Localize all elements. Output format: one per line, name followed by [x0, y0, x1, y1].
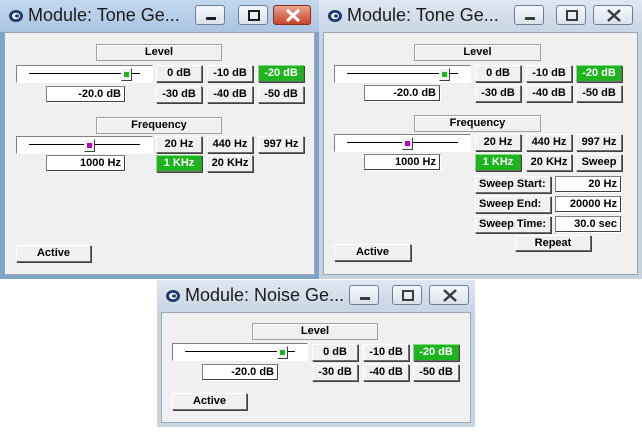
frequency-header: Frequency — [414, 115, 541, 132]
freq-1khz-button[interactable]: 1 KHz — [475, 154, 521, 171]
sweep-time-label: Sweep Time: — [475, 216, 551, 233]
minimize-icon — [206, 17, 216, 20]
freq-997hz-button[interactable]: 997 Hz — [576, 134, 622, 151]
level-0db-button[interactable]: 0 dB — [156, 65, 202, 82]
window-title: Module: Noise Ge... — [185, 285, 345, 305]
app-logo-icon — [166, 290, 180, 302]
app-logo-icon — [328, 10, 342, 22]
level-minus10db-button[interactable]: -10 dB — [207, 65, 253, 82]
minimize-button[interactable] — [514, 5, 544, 25]
level-minus30db-button[interactable]: -30 dB — [156, 86, 202, 103]
freq-1khz-button[interactable]: 1 KHz — [156, 155, 202, 172]
title-bar[interactable]: Module: Tone Ge... — [0, 0, 319, 32]
sweep-button[interactable]: Sweep — [576, 154, 622, 171]
title-bar[interactable]: Module: Tone Ge... — [319, 0, 642, 32]
module-panel: Level -20.0 dB 0 dB -10 dB -20 dB -30 dB… — [161, 312, 471, 423]
thumb-indicator — [405, 141, 410, 146]
level-minus20db-button[interactable]: -20 dB — [576, 65, 622, 82]
freq-997hz-button[interactable]: 997 Hz — [258, 136, 304, 153]
frequency-header: Frequency — [96, 117, 222, 134]
maximize-icon — [248, 10, 260, 21]
close-icon — [607, 9, 621, 22]
level-value-field[interactable]: -20.0 dB — [364, 85, 441, 102]
tone-generator-window-1: Module: Tone Ge... Level -20.0 dB 0 dB -… — [0, 0, 319, 279]
freq-440hz-button[interactable]: 440 Hz — [207, 136, 253, 153]
sweep-start-field[interactable]: 20 Hz — [555, 176, 622, 193]
title-bar[interactable]: Module: Noise Ge... — [157, 280, 475, 312]
sweep-time-field[interactable]: 30.0 sec — [555, 216, 622, 233]
close-button[interactable] — [593, 5, 633, 25]
window-title: Module: Tone Ge... — [28, 5, 180, 25]
level-minus40db-button[interactable]: -40 dB — [526, 85, 572, 102]
level-value-field[interactable]: -20.0 dB — [202, 364, 279, 381]
frequency-slider[interactable] — [16, 136, 153, 154]
freq-20khz-button[interactable]: 20 KHz — [207, 155, 253, 172]
active-button[interactable]: Active — [172, 393, 247, 410]
level-minus30db-button[interactable]: -30 dB — [312, 364, 358, 381]
level-0db-button[interactable]: 0 dB — [312, 344, 358, 361]
level-slider[interactable] — [334, 65, 471, 83]
active-button[interactable]: Active — [334, 244, 411, 261]
close-button[interactable] — [273, 5, 311, 25]
minimize-icon — [360, 297, 370, 300]
close-button[interactable] — [429, 285, 469, 305]
level-minus50db-button[interactable]: -50 dB — [576, 85, 622, 102]
repeat-button[interactable]: Repeat — [515, 235, 591, 251]
level-header: Level — [414, 44, 541, 61]
sweep-start-label: Sweep Start: — [475, 176, 551, 193]
thumb-indicator — [87, 143, 92, 148]
frequency-slider-thumb[interactable] — [84, 139, 95, 152]
thumb-indicator — [280, 350, 285, 355]
sweep-end-field[interactable]: 20000 Hz — [555, 196, 622, 213]
level-slider[interactable] — [172, 343, 308, 361]
level-header: Level — [96, 44, 222, 61]
frequency-value-field[interactable]: 1000 Hz — [46, 155, 126, 172]
tone-generator-window-2: Module: Tone Ge... Level -20.0 dB 0 dB -… — [319, 0, 642, 279]
frequency-slider-thumb[interactable] — [402, 137, 413, 150]
level-0db-button[interactable]: 0 dB — [475, 65, 521, 82]
maximize-icon — [402, 290, 414, 301]
level-slider-thumb[interactable] — [439, 68, 450, 81]
freq-20khz-button[interactable]: 20 KHz — [526, 154, 572, 171]
level-minus20db-button[interactable]: -20 dB — [413, 344, 459, 361]
level-minus30db-button[interactable]: -30 dB — [475, 85, 521, 102]
level-minus40db-button[interactable]: -40 dB — [363, 364, 409, 381]
level-minus10db-button[interactable]: -10 dB — [526, 65, 572, 82]
level-minus40db-button[interactable]: -40 dB — [207, 86, 253, 103]
frequency-slider[interactable] — [334, 134, 471, 152]
freq-20hz-button[interactable]: 20 Hz — [475, 134, 521, 151]
thumb-indicator — [124, 72, 129, 77]
minimize-button[interactable] — [349, 285, 379, 305]
noise-generator-window: Module: Noise Ge... Level -20.0 dB 0 dB … — [157, 280, 475, 427]
frequency-value-field[interactable]: 1000 Hz — [364, 154, 441, 171]
maximize-button[interactable] — [238, 5, 268, 25]
level-minus50db-button[interactable]: -50 dB — [258, 86, 304, 103]
freq-20hz-button[interactable]: 20 Hz — [156, 136, 202, 153]
thumb-indicator — [442, 72, 447, 77]
window-title: Module: Tone Ge... — [347, 5, 499, 25]
level-minus20db-button[interactable]: -20 dB — [258, 65, 304, 82]
maximize-icon — [566, 10, 578, 21]
sweep-end-label: Sweep End: — [475, 196, 551, 213]
level-header: Level — [252, 323, 378, 340]
level-value-field[interactable]: -20.0 dB — [46, 86, 126, 103]
freq-440hz-button[interactable]: 440 Hz — [526, 134, 572, 151]
close-icon — [285, 8, 301, 23]
app-logo-icon — [9, 10, 23, 22]
level-slider-thumb[interactable] — [121, 68, 132, 81]
close-icon — [443, 289, 457, 302]
level-slider[interactable] — [16, 65, 153, 83]
active-button[interactable]: Active — [16, 245, 91, 262]
level-slider-thumb[interactable] — [277, 346, 288, 359]
level-minus10db-button[interactable]: -10 dB — [363, 344, 409, 361]
level-minus50db-button[interactable]: -50 dB — [413, 364, 459, 381]
minimize-button[interactable] — [195, 5, 225, 25]
module-panel: Level -20.0 dB 0 dB -10 dB -20 dB -30 dB… — [4, 32, 315, 275]
minimize-icon — [525, 17, 535, 20]
maximize-button[interactable] — [556, 5, 586, 25]
module-panel: Level -20.0 dB 0 dB -10 dB -20 dB -30 dB… — [323, 32, 638, 275]
maximize-button[interactable] — [392, 285, 422, 305]
